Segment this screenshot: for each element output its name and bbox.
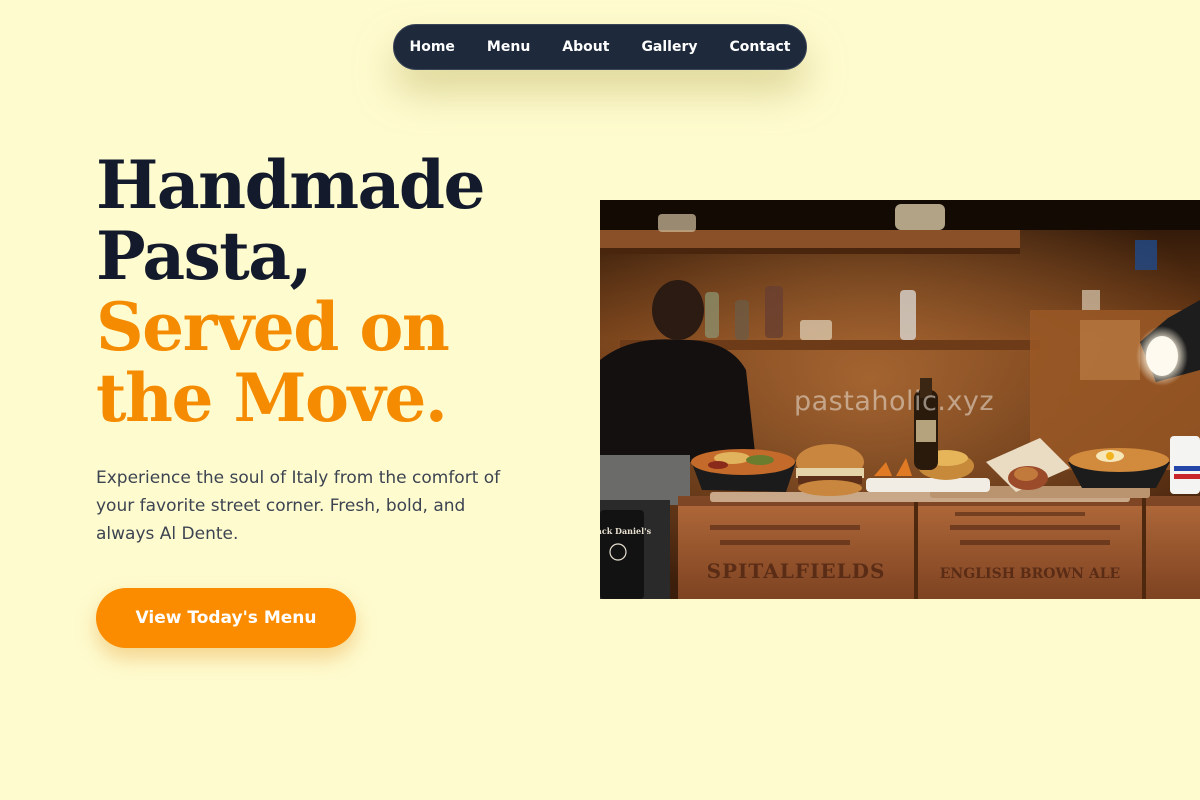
- headline-line-3: Served on: [96, 288, 450, 366]
- hero-description: Experience the soul of Italy from the co…: [96, 468, 501, 544]
- crate-stencil-1: SPITALFIELDS: [707, 559, 886, 583]
- headline-line-1: Handmade: [96, 146, 486, 224]
- nav-item-home[interactable]: Home: [410, 39, 455, 55]
- nav-item-contact[interactable]: Contact: [730, 39, 791, 55]
- nav-item-gallery[interactable]: Gallery: [641, 39, 697, 55]
- nav-item-about[interactable]: About: [562, 39, 609, 55]
- nav-item-menu[interactable]: Menu: [487, 39, 530, 55]
- headline-line-2: Pasta,: [96, 217, 313, 295]
- crate-stencil-2: ENGLISH BROWN ALE: [940, 566, 1120, 582]
- view-menu-button[interactable]: View Today's Menu: [96, 588, 356, 648]
- hero-image: Jack Daniel's SPITALFIELDS ENGLISH BROWN…: [600, 200, 1200, 599]
- hero-headline: Handmade Pasta, Served on the Move.: [96, 150, 556, 434]
- headline-line-4: the Move.: [96, 359, 448, 437]
- watermark-text: pastaholic.xyz: [794, 386, 995, 417]
- bottle-label: Jack Daniel's: [600, 526, 652, 536]
- main-nav: Home Menu About Gallery Contact: [393, 24, 807, 70]
